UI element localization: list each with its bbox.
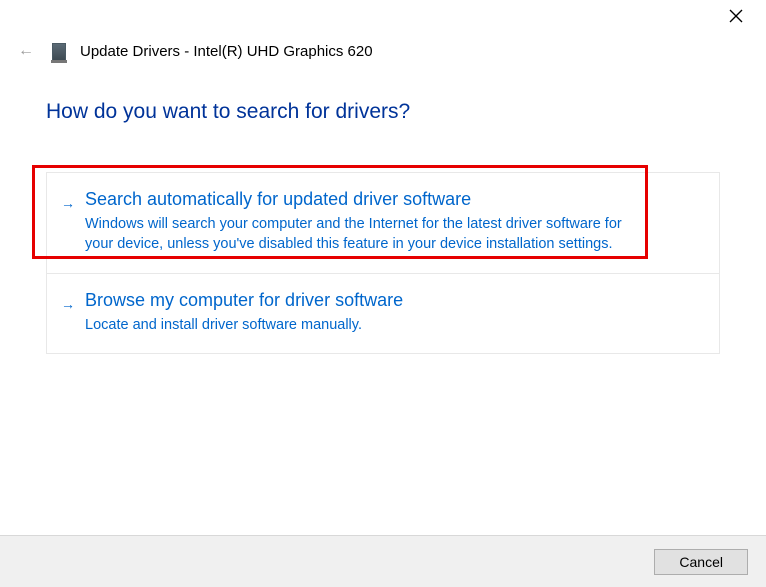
footer-bar: Cancel	[0, 535, 766, 587]
option-description: Windows will search your computer and th…	[85, 214, 645, 255]
option-search-automatically[interactable]: → Search automatically for updated drive…	[47, 173, 719, 274]
back-button[interactable]: ←	[14, 40, 38, 62]
arrow-right-icon: →	[61, 296, 75, 312]
option-description: Locate and install driver software manua…	[85, 315, 645, 335]
page-title: How do you want to search for drivers?	[46, 100, 720, 124]
close-button[interactable]	[726, 6, 746, 26]
option-browse-computer[interactable]: → Browse my computer for driver software…	[47, 274, 719, 353]
window-title: Update Drivers - Intel(R) UHD Graphics 6…	[80, 43, 373, 60]
device-icon	[52, 43, 66, 61]
option-title: Browse my computer for driver software	[85, 290, 699, 311]
option-list: → Search automatically for updated drive…	[46, 172, 720, 354]
cancel-button[interactable]: Cancel	[654, 549, 748, 575]
content-area: How do you want to search for drivers? →…	[46, 100, 720, 354]
option-title: Search automatically for updated driver …	[85, 189, 699, 210]
header-bar: ← Update Drivers - Intel(R) UHD Graphics…	[14, 40, 373, 62]
close-icon	[729, 9, 743, 23]
arrow-right-icon: →	[61, 195, 75, 211]
